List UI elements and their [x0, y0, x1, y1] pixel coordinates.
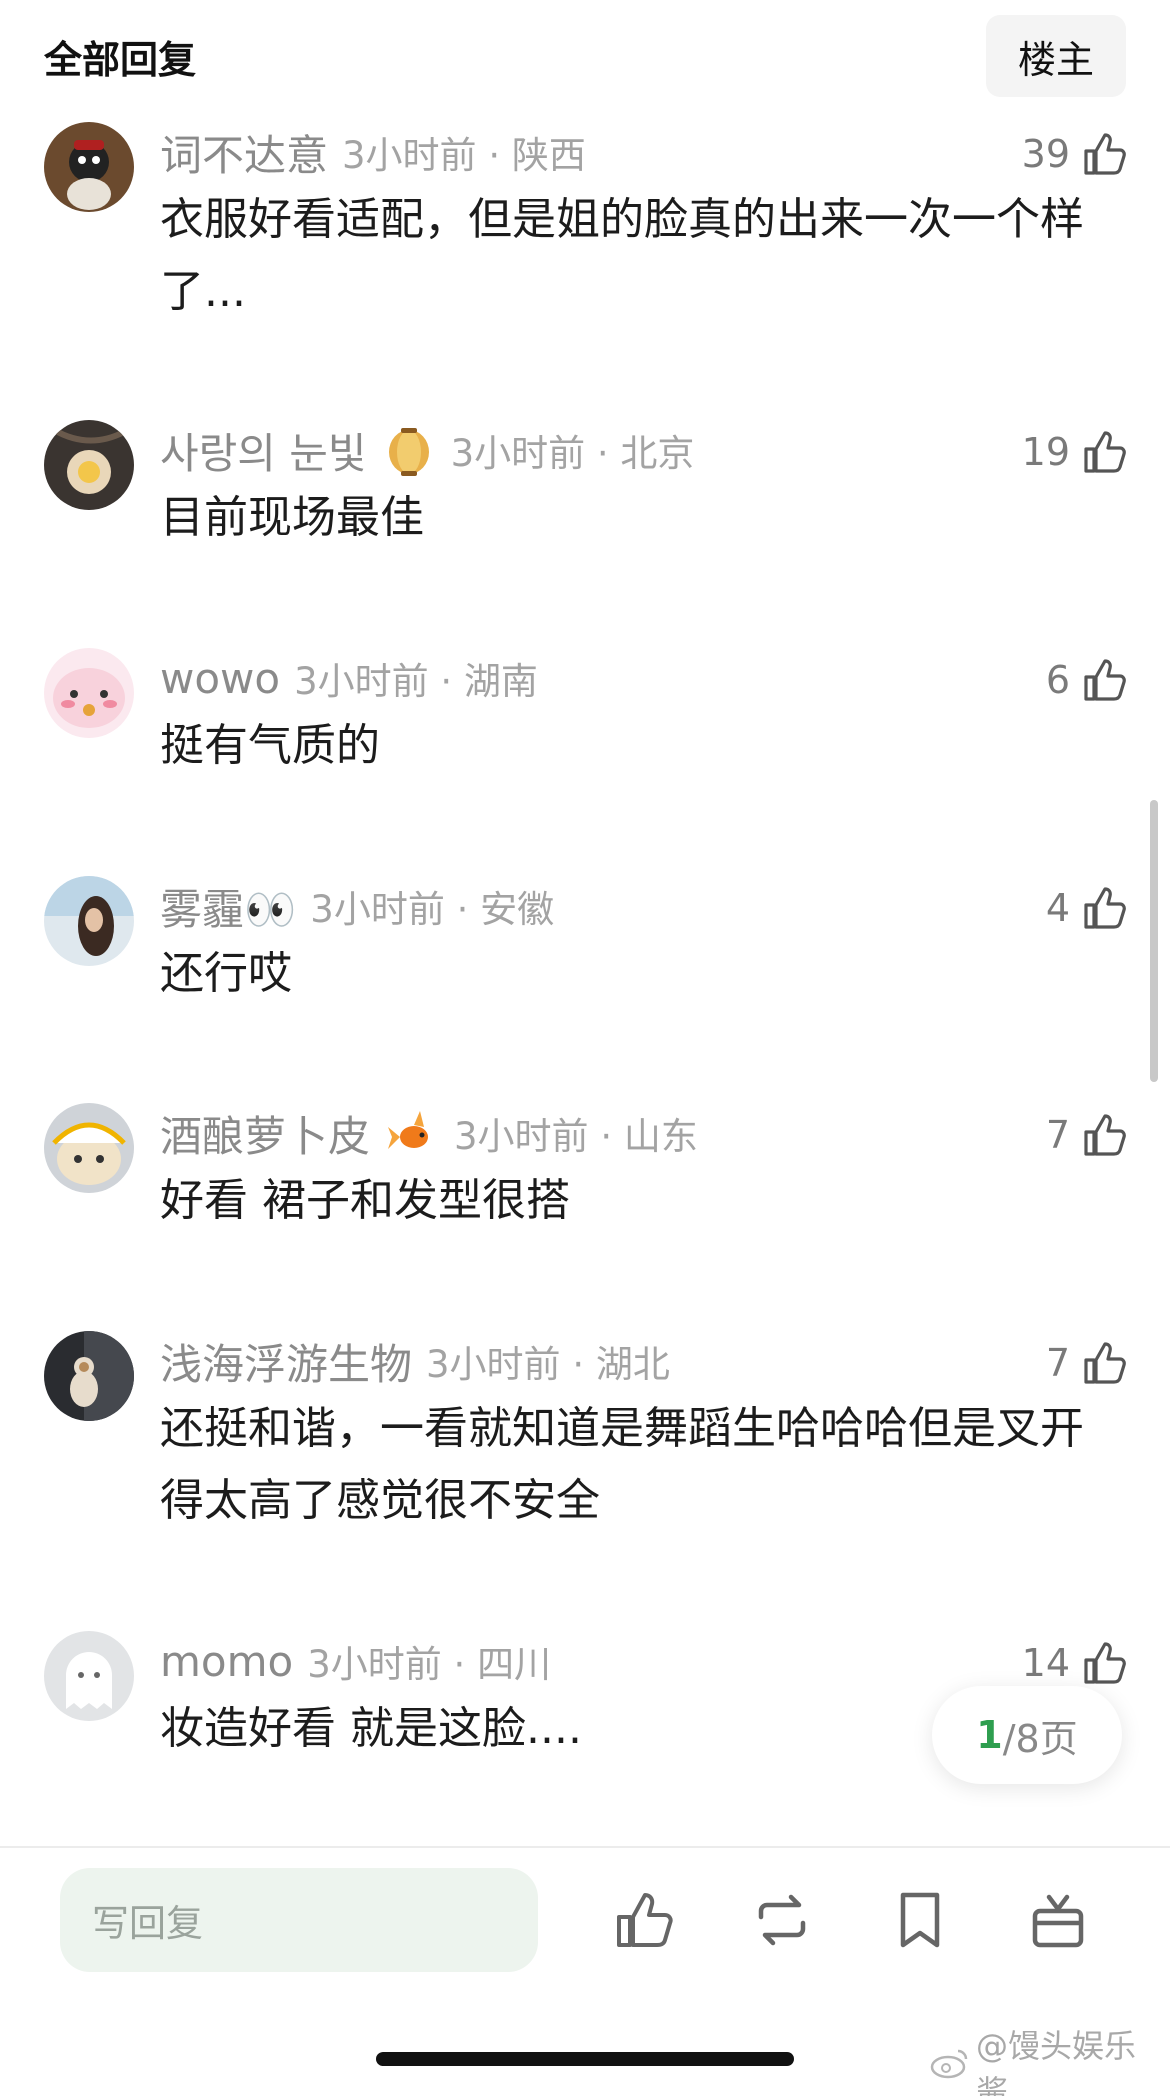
bottom-divider	[0, 1846, 1170, 1848]
like-count: 19	[1021, 430, 1070, 474]
like-count: 6	[1045, 658, 1070, 702]
comment-item: 浅海浮游生物 3小时前 · 湖北 7 还挺和谐，一看就知道是舞蹈生哈哈哈但是叉开…	[0, 1319, 1170, 1569]
comment-location: 四川	[477, 1643, 552, 1686]
comment-text: 挺有气质的	[160, 720, 380, 771]
thumbs-up-icon	[1080, 129, 1130, 179]
time-location: 3小时前 · 陕西	[342, 134, 586, 177]
comment-time: 3小时前	[454, 1115, 589, 1158]
comment-meta: 酒酿萝卜皮 3小时前 · 山东	[160, 1103, 970, 1163]
comment-time: 3小时前	[342, 134, 477, 177]
comment-item: 雾霾👀 3小时前 · 安徽 4 还行哎	[0, 864, 1170, 1034]
username[interactable]: 词不达意	[160, 122, 328, 183]
scrollbar[interactable]	[1150, 800, 1158, 1082]
glowing-hand-avatar-icon[interactable]	[44, 420, 134, 510]
page-indicator[interactable]: 1/8页	[932, 1686, 1122, 1784]
time-location: 3小时前 · 四川	[307, 1643, 552, 1686]
thumbs-up-icon	[1080, 1638, 1130, 1688]
time-location: 3小时前 · 湖南	[294, 660, 538, 703]
comment-item: 사랑의 눈빛 3小时前 · 北京 19 目前现场最佳	[0, 408, 1170, 578]
girl-photo-avatar-icon[interactable]	[44, 876, 134, 966]
like-button[interactable]: 39	[1022, 124, 1130, 184]
comment-meta: 浅海浮游生物 3小时前 · 湖北	[160, 1331, 970, 1391]
comment-time: 3小时前	[307, 1643, 442, 1686]
thumbs-up-icon	[1080, 883, 1130, 933]
like-button[interactable]: 6	[1046, 650, 1130, 710]
gift-icon[interactable]	[1018, 1880, 1098, 1960]
comment-item: 酒酿萝卜皮 3小时前 · 山东 7 好看 裙子和发型很搭	[0, 1091, 1170, 1261]
thumbs-up-icon	[1080, 427, 1130, 477]
comment-text: 还行哎	[160, 948, 292, 999]
thumbs-up-icon	[1080, 1110, 1130, 1160]
like-count: 4	[1045, 886, 1070, 930]
thumbs-up-icon	[1080, 655, 1130, 705]
comment-text: 好看 裙子和发型很搭	[160, 1175, 570, 1226]
comment-meta: wowo 3小时前 · 湖南	[160, 648, 970, 708]
comment-meta: 사랑의 눈빛 3小时前 · 北京	[160, 420, 970, 480]
username[interactable]: momo	[160, 1637, 293, 1686]
username[interactable]: 浅海浮游生物	[160, 1331, 412, 1392]
comment-location: 安徽	[480, 888, 555, 931]
username[interactable]: wowo	[160, 654, 280, 703]
cat-dark-avatar-icon[interactable]	[44, 1331, 134, 1421]
like-count: 7	[1045, 1341, 1070, 1385]
time-location: 3小时前 · 湖北	[426, 1343, 670, 1386]
comment-text: 还挺和谐，一看就知道是舞蹈生哈哈哈但是叉开得太高了感觉很不安全	[160, 1403, 1084, 1526]
page-title: 全部回复	[44, 37, 197, 82]
home-indicator	[376, 2052, 794, 2066]
ghost-avatar-icon[interactable]	[44, 1631, 134, 1721]
like-count: 7	[1045, 1113, 1070, 1157]
comment-text: 目前现场最佳	[160, 492, 424, 543]
current-page: 1	[976, 1713, 1003, 1757]
comment-item: 词不达意 3小时前 · 陕西 39 衣服好看适配，但是姐的脸真的出来一次一个样了…	[0, 110, 1170, 410]
comment-meta: 雾霾👀 3小时前 · 安徽	[160, 876, 970, 936]
thumbs-up-icon	[1080, 1338, 1130, 1388]
like-count: 39	[1021, 132, 1070, 176]
like-count: 14	[1021, 1641, 1070, 1685]
comment-time: 3小时前	[310, 888, 445, 931]
comment-thread-page: 全部回复 楼主 词不达意 3小时前 · 陕西 39 衣服好看适配，但是姐的脸真的…	[0, 0, 1170, 2096]
like-icon[interactable]	[604, 1880, 684, 1960]
comment-meta: momo 3小时前 · 四川	[160, 1631, 970, 1691]
time-location: 3小时前 · 安徽	[310, 888, 555, 931]
cat-avatar-icon[interactable]	[44, 122, 134, 212]
like-button[interactable]: 14	[1022, 1633, 1130, 1693]
pink-cartoon-avatar-icon[interactable]	[44, 648, 134, 738]
comment-time: 3小时前	[294, 660, 429, 703]
like-button[interactable]: 4	[1046, 878, 1130, 938]
like-button[interactable]: 7	[1046, 1333, 1130, 1393]
watermark-text: @馒头娱乐酱	[976, 2027, 1137, 2096]
comment-time: 3小时前	[450, 432, 586, 475]
time-location: 3小时前 · 北京	[450, 432, 695, 475]
comment-location: 湖南	[463, 660, 538, 703]
username[interactable]: 사랑의 눈빛	[160, 420, 367, 481]
like-button[interactable]: 7	[1046, 1105, 1130, 1165]
reply-input[interactable]: 写回复	[60, 1868, 538, 1972]
username[interactable]: 雾霾👀	[160, 876, 296, 937]
weibo-logo-icon	[930, 2047, 970, 2087]
repost-icon[interactable]	[742, 1880, 822, 1960]
comment-location: 山东	[623, 1115, 698, 1158]
owner-only-button[interactable]: 楼主	[986, 15, 1126, 97]
goldfish-badge-icon	[384, 1105, 440, 1161]
plush-hat-avatar-icon[interactable]	[44, 1103, 134, 1193]
comment-text: 衣服好看适配，但是姐的脸真的出来一次一个样了...	[160, 194, 1084, 317]
watermark: @馒头娱乐酱	[930, 2027, 1166, 2096]
comment-location: 陕西	[511, 134, 586, 177]
comment-item: wowo 3小时前 · 湖南 6 挺有气质的	[0, 636, 1170, 806]
header: 全部回复 楼主	[0, 0, 1170, 112]
like-button[interactable]: 19	[1022, 422, 1130, 482]
bookmark-icon[interactable]	[880, 1880, 960, 1960]
lantern-badge-icon	[381, 422, 437, 478]
comment-time: 3小时前	[426, 1343, 561, 1386]
comment-meta: 词不达意 3小时前 · 陕西	[160, 122, 970, 182]
total-pages: /8页	[1002, 1716, 1078, 1761]
comment-location: 北京	[620, 432, 695, 475]
time-location: 3小时前 · 山东	[454, 1115, 698, 1158]
username[interactable]: 酒酿萝卜皮	[160, 1103, 370, 1164]
comment-location: 湖北	[595, 1343, 670, 1386]
